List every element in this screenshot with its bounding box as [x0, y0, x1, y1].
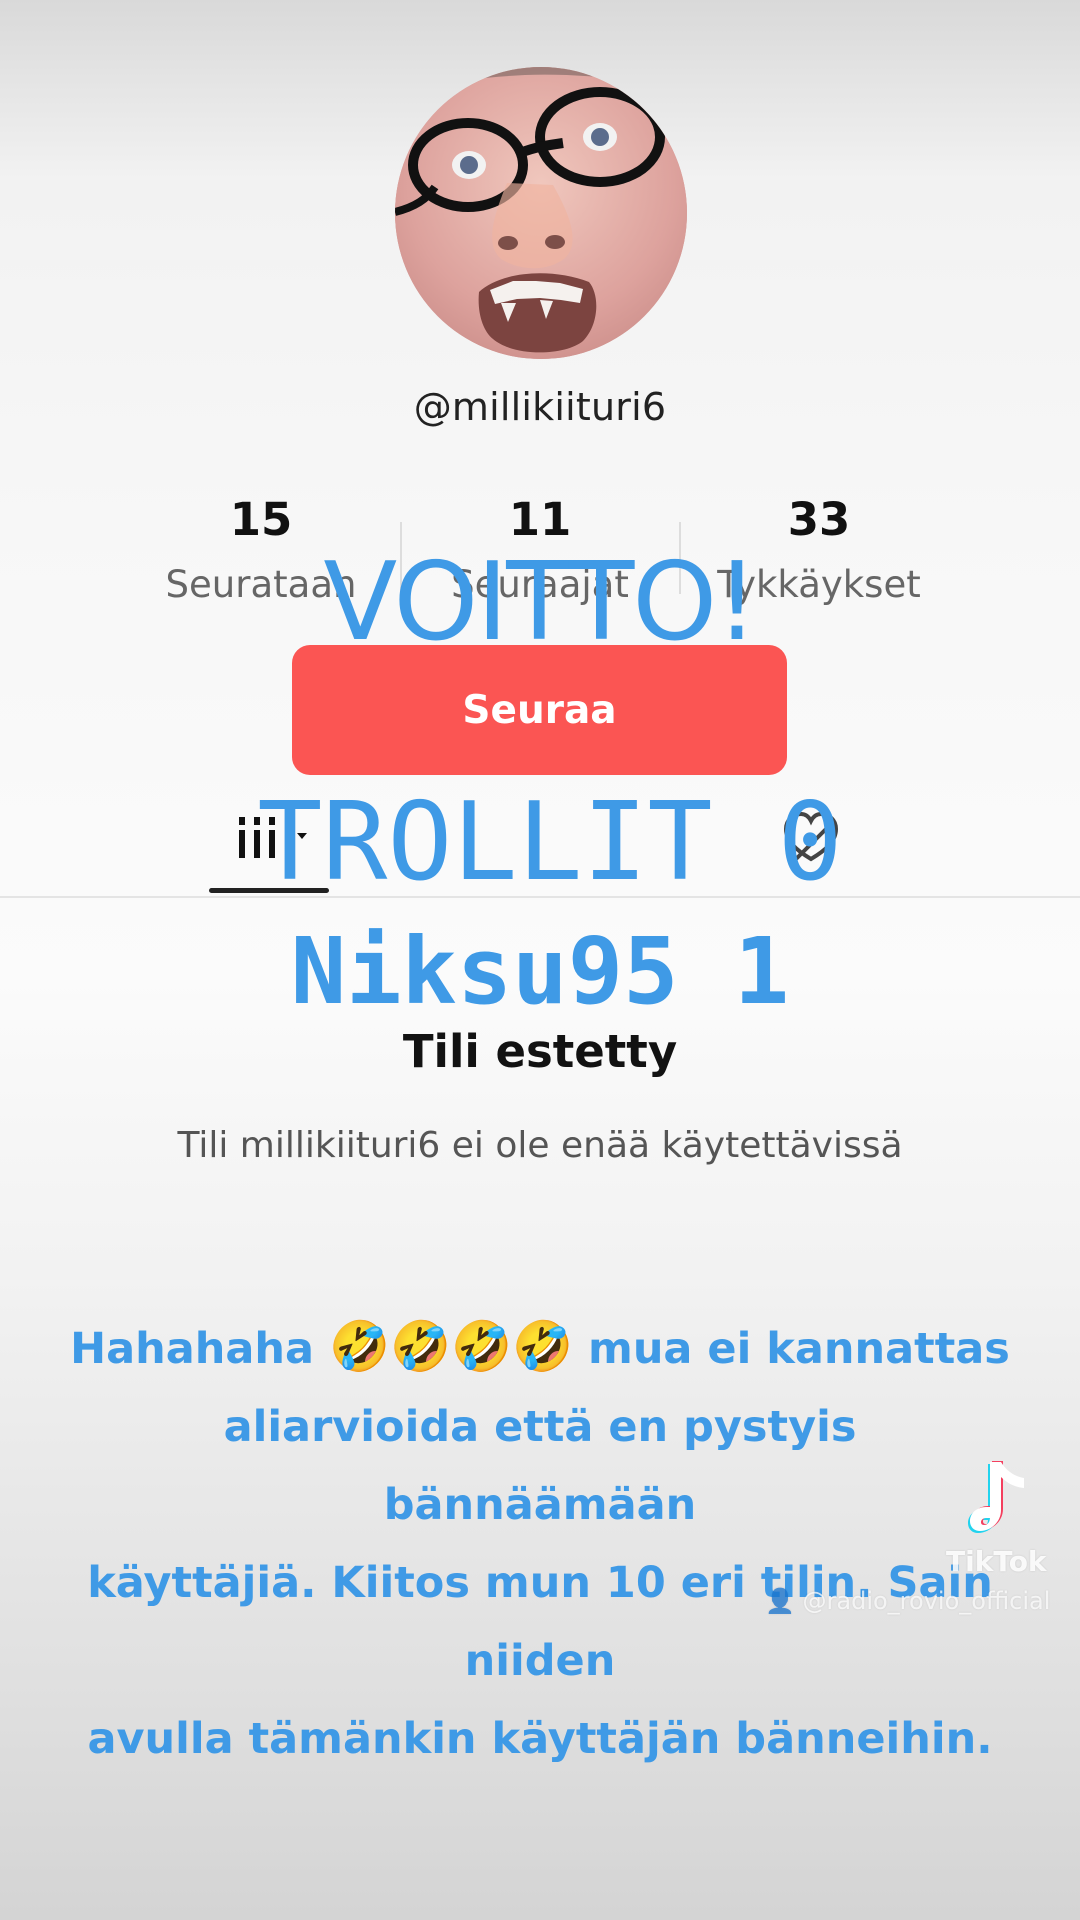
laughing-emoji-icon: 🤣🤣🤣🤣 — [329, 1318, 574, 1375]
caption-line-1: Hahahaha 🤣🤣🤣🤣 mua ei kannattas — [70, 1308, 1010, 1388]
caption-line-3: käyttäjiä. Kiitos mun 10 eri tilin. Sain… — [87, 1558, 993, 1686]
watermark-username: 👤 @radio_rovio_official — [765, 1587, 1065, 1615]
overlay-text-victory: VOITTO! — [323, 540, 758, 665]
watermark-user-text: @radio_rovio_official — [802, 1587, 1051, 1615]
caption-line-4: avulla tämänkin käyttäjän bänneihin. — [87, 1714, 993, 1764]
caption-line-2: aliarvioida että en pystyis bännäämään — [223, 1402, 857, 1530]
following-count[interactable]: 15 — [146, 493, 376, 546]
overlay-text-score: Niksu95 1 — [290, 918, 790, 1025]
blocked-subtitle: Tili millikiituri6 ei ole enää käytettäv… — [177, 1125, 903, 1166]
tiktok-logo-icon — [968, 1452, 1036, 1544]
caption-text: Hahahaha 🤣🤣🤣🤣 mua ei kannattas aliarvioi… — [70, 1308, 1010, 1778]
overlay-text-trolls: TROLLIT 0 — [257, 780, 843, 905]
blocked-title: Tili estetty — [402, 1025, 678, 1078]
likes-count: 33 — [787, 493, 851, 546]
profile-username: @millikiituri6 — [413, 385, 667, 429]
caption-line-1-prefix: Hahahaha — [70, 1324, 329, 1374]
person-icon: 👤 — [765, 1587, 803, 1615]
profile-avatar[interactable] — [395, 67, 687, 359]
caption-line-1-suffix: mua ei kannattas — [573, 1324, 1010, 1374]
avatar-image — [395, 67, 687, 359]
tiktok-watermark: TikTok — [946, 1545, 1047, 1578]
followers-count[interactable]: 11 — [425, 493, 655, 546]
